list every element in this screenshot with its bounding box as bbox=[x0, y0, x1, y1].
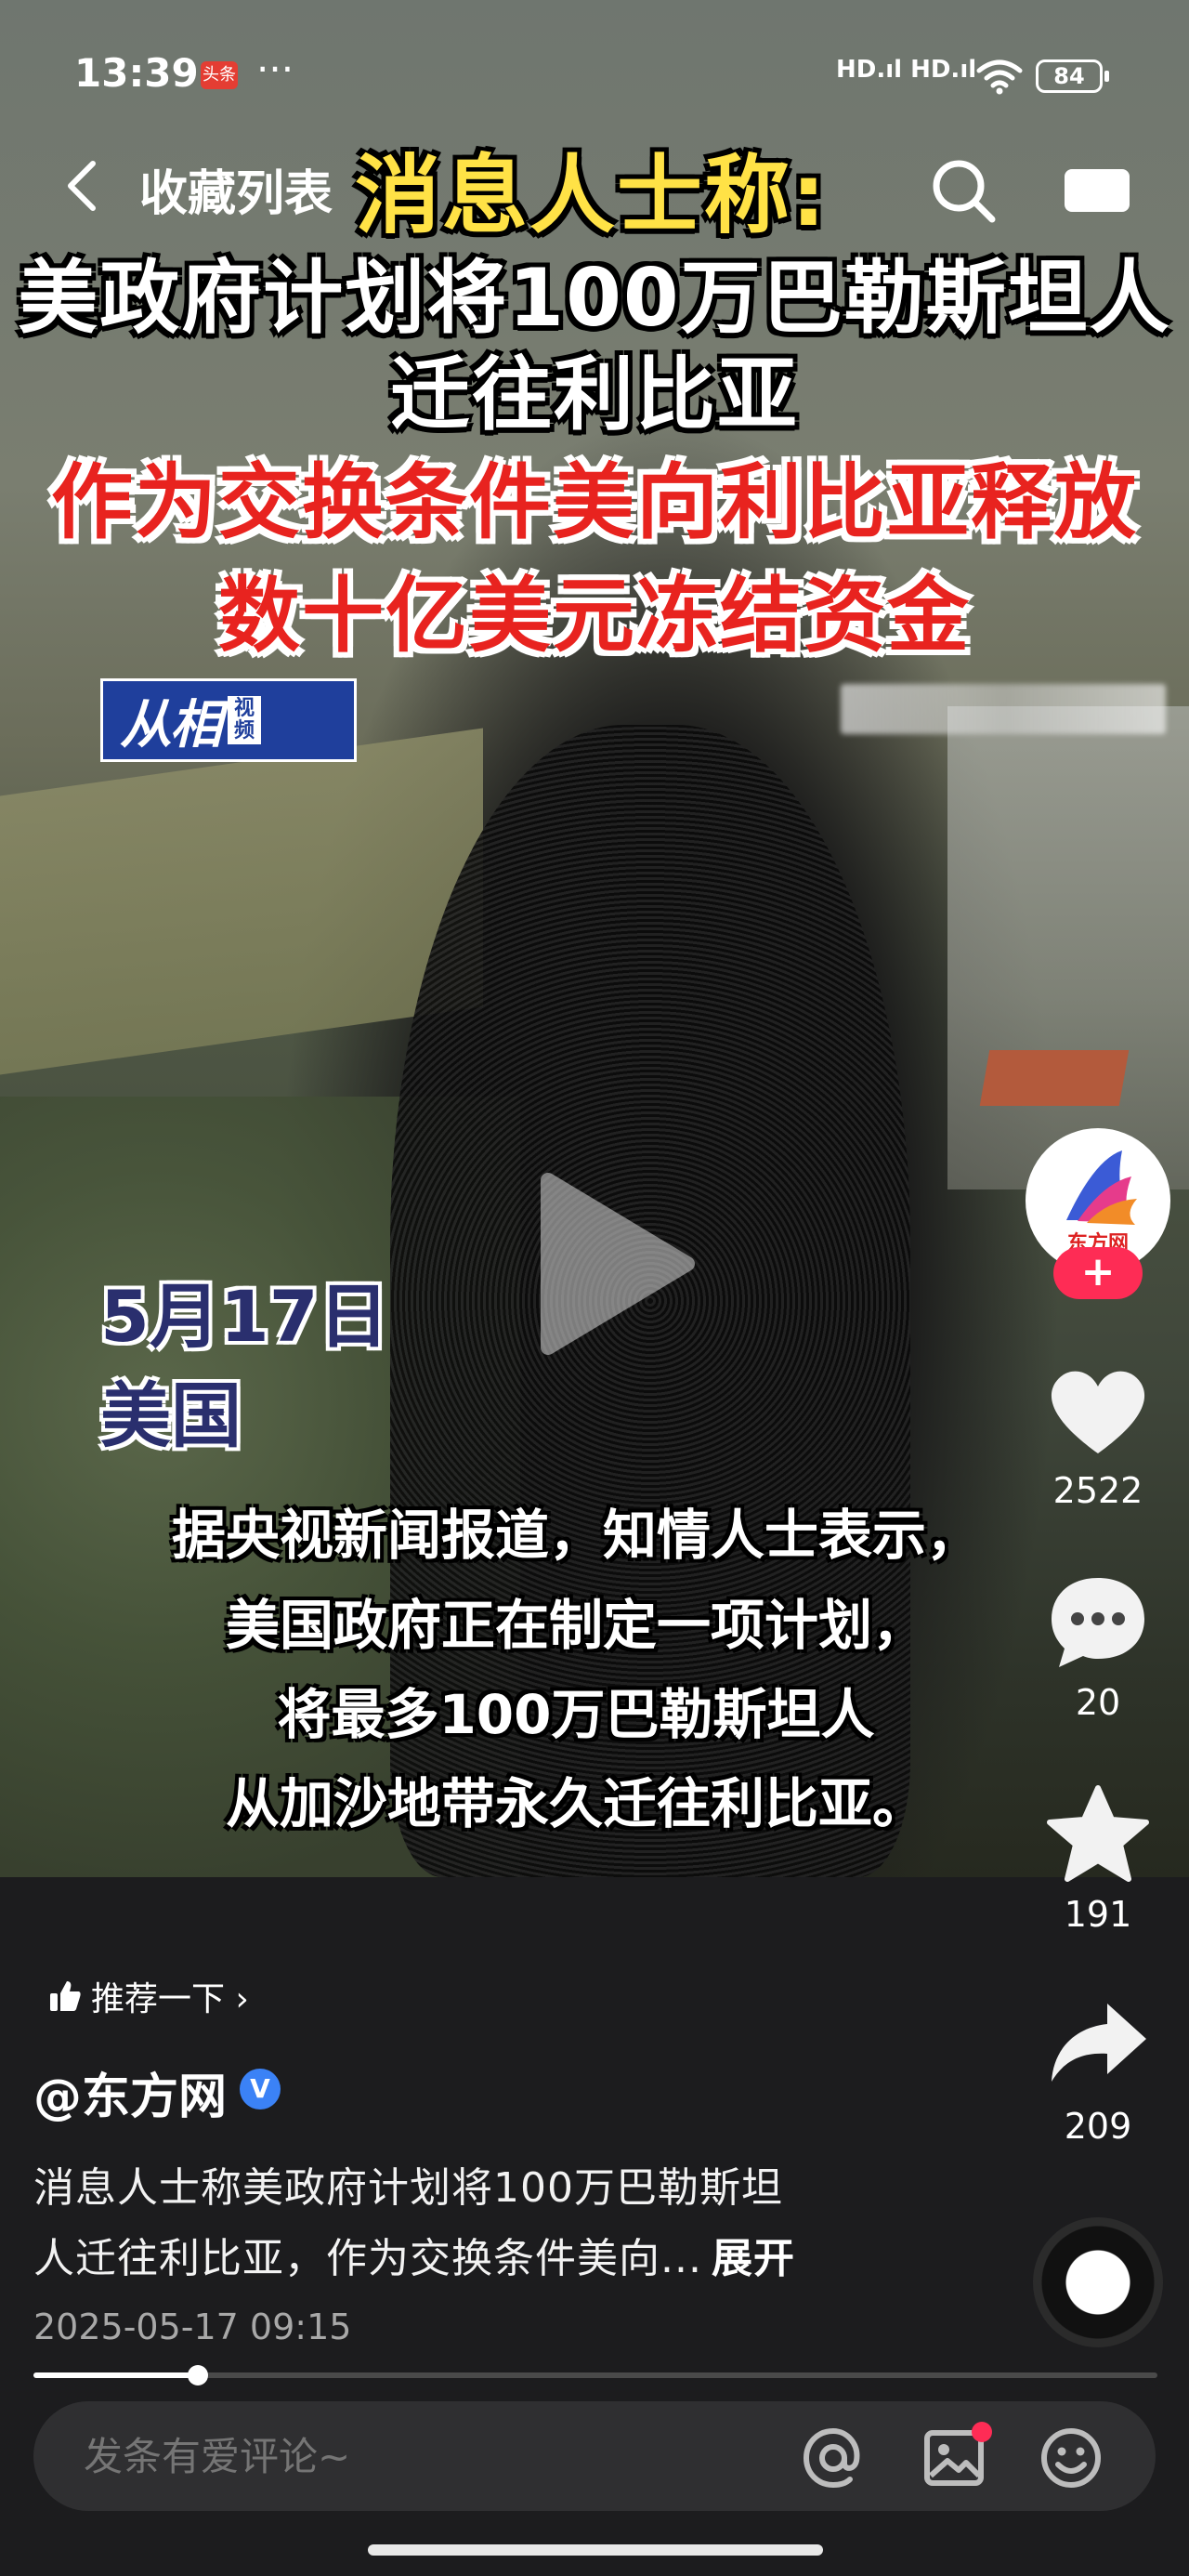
follow-button[interactable]: + bbox=[1053, 1247, 1143, 1299]
recommend-button[interactable]: 推荐一下 › bbox=[48, 1970, 249, 2022]
video-headline-line3: 迁往利比亚 bbox=[390, 348, 799, 441]
search-icon[interactable] bbox=[929, 156, 1000, 227]
video-scene-buildings bbox=[947, 706, 1189, 1189]
status-bar: 13:39 头条 ··· HD.ıl HD.ıl 84 bbox=[0, 37, 1189, 112]
post-description-line2: 人迁往利比亚，作为交换条件美向... 展开 bbox=[33, 2225, 795, 2284]
video-scene-field bbox=[0, 728, 483, 1075]
blurred-watermark bbox=[841, 684, 1166, 734]
post-description-line1: 消息人士称美政府计划将100万巴勒斯坦 bbox=[33, 2164, 783, 2212]
back-to-favorites-label[interactable]: 收藏列表 bbox=[139, 154, 333, 224]
source-logo: 从相 视频 bbox=[100, 678, 357, 762]
video-headline-line4: 作为交换条件美向利比亚释放 bbox=[50, 454, 1138, 550]
share-count: 209 bbox=[1064, 2106, 1132, 2147]
recommend-label: 推荐一下 › bbox=[91, 1980, 249, 2018]
battery-indicator: 84 bbox=[1036, 59, 1109, 93]
author-name[interactable]: @东方网 bbox=[33, 2057, 227, 2127]
wifi-icon bbox=[976, 59, 1023, 95]
favorite-count: 191 bbox=[1064, 1894, 1132, 1935]
image-notification-dot bbox=[972, 2422, 992, 2442]
back-icon[interactable] bbox=[63, 158, 100, 214]
status-more-indicator: ··· bbox=[256, 46, 294, 92]
comment-icon[interactable] bbox=[1042, 1571, 1154, 1673]
video-headline-line5: 数十亿美元冻结资金 bbox=[217, 568, 971, 664]
comment-bar bbox=[33, 2401, 1156, 2513]
like-count: 2522 bbox=[1052, 1470, 1143, 1511]
video-scene-roof bbox=[979, 1050, 1130, 1106]
video-subtitle-1: 据央视新闻报道，知情人士表示， bbox=[171, 1504, 980, 1567]
video-location-caption: 美国 bbox=[100, 1374, 242, 1457]
expand-button[interactable]: 展开 bbox=[712, 2235, 795, 2282]
source-logo-name: 从相 bbox=[120, 694, 222, 756]
video-subtitle-3: 将最多100万巴勒斯坦人 bbox=[277, 1683, 875, 1746]
star-icon[interactable] bbox=[1042, 1782, 1154, 1885]
video-progress-fill bbox=[33, 2372, 198, 2378]
share-icon[interactable] bbox=[1042, 1996, 1154, 2089]
status-app-badge: 头条 bbox=[201, 61, 238, 89]
source-logo-tag: 视频 bbox=[228, 696, 261, 744]
thumb-up-icon bbox=[50, 1981, 81, 2011]
status-signal: HD.ıl HD.ıl bbox=[836, 56, 977, 84]
music-disc[interactable] bbox=[1033, 2217, 1163, 2347]
home-indicator[interactable] bbox=[368, 2544, 823, 2556]
video-player[interactable]: 消息人士称: 美政府计划将100万巴勒斯坦人 迁往利比亚 作为交换条件美向利比亚… bbox=[0, 0, 1189, 1877]
status-time: 13:39 bbox=[74, 50, 199, 96]
post-description-text: 人迁往利比亚，作为交换条件美向... bbox=[33, 2235, 702, 2282]
emoji-icon[interactable] bbox=[1039, 2425, 1104, 2491]
verified-badge: V bbox=[240, 2069, 281, 2109]
comment-input[interactable] bbox=[82, 2401, 736, 2513]
heart-icon[interactable] bbox=[1042, 1360, 1154, 1463]
video-subtitle-2: 美国政府正在制定一项计划， bbox=[225, 1594, 926, 1657]
comment-count: 20 bbox=[1075, 1682, 1121, 1723]
publish-time: 2025-05-17 09:15 bbox=[33, 2307, 352, 2347]
video-date-caption: 5月17日 bbox=[100, 1275, 389, 1358]
play-icon[interactable] bbox=[529, 1171, 697, 1357]
at-icon[interactable] bbox=[801, 2425, 866, 2491]
video-progress-knob[interactable] bbox=[187, 2365, 208, 2385]
video-subtitle-4: 从加沙地带永久迁往利比亚。 bbox=[225, 1772, 926, 1835]
cast-icon[interactable] bbox=[1061, 164, 1133, 216]
video-progress-bar[interactable] bbox=[33, 2365, 1157, 2385]
